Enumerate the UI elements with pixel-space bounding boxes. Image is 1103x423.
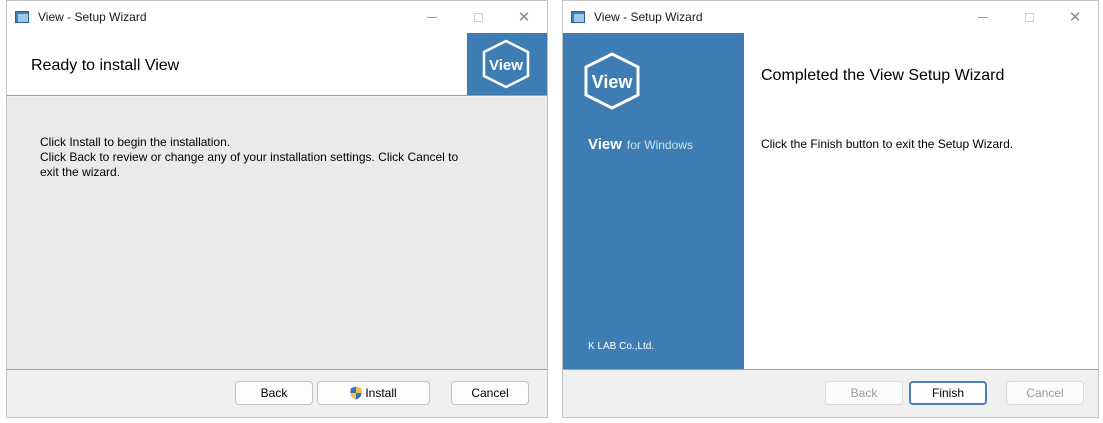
brand-suffix: for Windows [626,138,693,152]
maximize-button[interactable] [455,1,501,33]
install-message: Click Install to begin the installation.… [40,135,510,180]
window-title: View - Setup Wizard [594,10,703,24]
logo-text: View [592,72,634,92]
back-button[interactable]: Back [825,381,903,405]
brand-name: View [588,136,622,153]
cancel-button-label: Cancel [1026,386,1064,400]
finish-message: Click the Finish button to exit the Setu… [761,137,1014,151]
close-button[interactable]: ✕ [501,1,547,33]
finish-button-label: Finish [931,386,964,400]
cancel-button[interactable]: Cancel [1006,381,1084,405]
setup-app-icon [15,9,31,25]
close-button[interactable]: ✕ [1052,1,1098,33]
button-bar: Back Install Cancel [7,369,547,417]
company-name: K LAB Co.,Ltd. [588,341,655,352]
back-button-label: Back [260,386,288,400]
cancel-button[interactable]: Cancel [451,381,529,405]
finish-button[interactable]: Finish [909,381,987,405]
wizard-banner: Ready to install View View [7,33,547,96]
page-title: Ready to install View [31,57,180,74]
wizard-content: Completed the View Setup Wizard Click th… [744,33,1098,370]
message-line: Click Back to review or change any of yo… [40,150,459,164]
message-line: exit the wizard. [40,165,121,179]
page-title: Completed the View Setup Wizard [761,67,1005,84]
title-bar[interactable]: View - Setup Wizard ✕ [563,1,1098,33]
minimize-button[interactable] [409,1,455,33]
finish-wizard-window: View - Setup Wizard ✕ View View for Windo… [562,0,1099,418]
cancel-button-label: Cancel [471,386,509,400]
logo-text: View [489,57,523,74]
minimize-icon [978,16,988,18]
minimize-icon [427,16,437,18]
back-button[interactable]: Back [235,381,313,405]
brand-sidebar: View View for Windows K LAB Co.,Ltd. [563,33,744,370]
view-hexagon-logo-icon: View [482,39,530,89]
product-brand: View for Windows [588,136,693,153]
window-title: View - Setup Wizard [38,10,147,24]
uac-shield-icon [350,386,362,400]
setup-app-icon [571,9,587,25]
minimize-button[interactable] [960,1,1006,33]
maximize-icon [1024,12,1034,22]
install-wizard-window: View - Setup Wizard ✕ Ready to install V… [6,0,548,418]
back-button-label: Back [850,386,878,400]
wizard-body: Click Install to begin the installation.… [7,97,547,370]
view-logo: View [467,33,547,95]
close-icon: ✕ [1068,9,1082,26]
close-icon: ✕ [517,9,531,26]
view-hexagon-logo-icon: View [584,52,640,110]
maximize-icon [473,12,483,22]
install-button[interactable]: Install [317,381,430,405]
title-bar[interactable]: View - Setup Wizard ✕ [7,1,547,33]
maximize-button[interactable] [1006,1,1052,33]
button-bar: Back Finish Cancel [563,369,1098,417]
message-line: Click Install to begin the installation. [40,135,231,149]
install-button-label: Install [365,386,397,400]
